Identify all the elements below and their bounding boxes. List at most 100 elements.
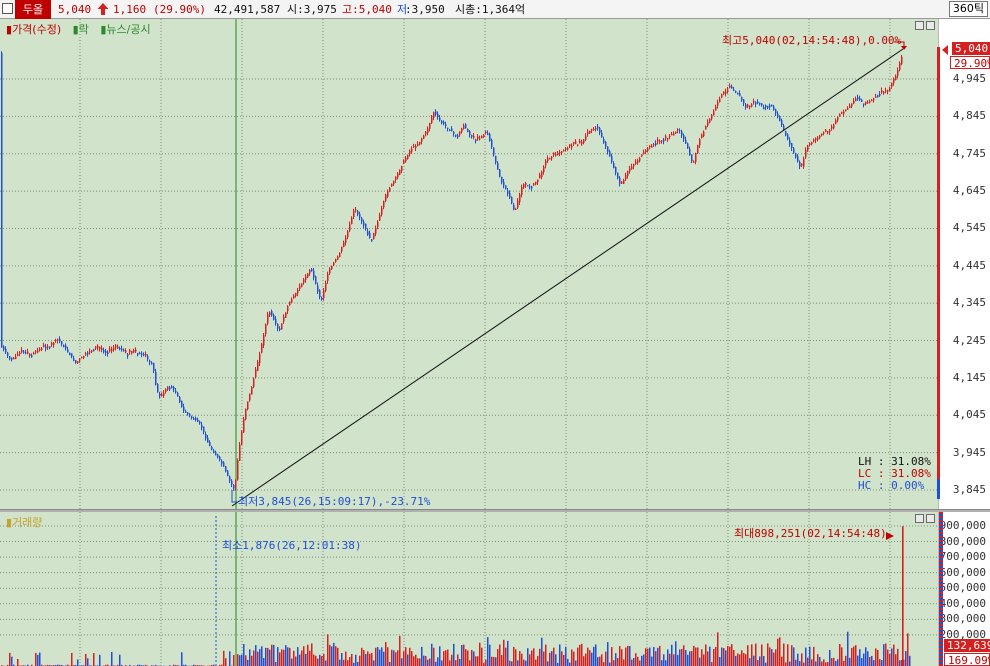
volume-legend[interactable]: ▮거래량	[6, 514, 46, 530]
volume-bar	[431, 643, 433, 666]
pane-close-button[interactable]	[926, 21, 935, 30]
legend-item-price[interactable]: ▮가격(수정)	[6, 23, 65, 36]
candle-body	[9, 356, 11, 359]
candle-body	[591, 129, 593, 131]
candle-body	[627, 171, 629, 176]
candle-body	[713, 111, 715, 116]
candle-body	[441, 120, 443, 124]
volume-bar	[463, 644, 465, 666]
candle-body	[391, 183, 393, 187]
candle-body	[605, 141, 607, 147]
legend-item-news[interactable]: ▮뉴스/공시	[100, 23, 154, 36]
stock-name[interactable]: 두올	[15, 0, 51, 19]
volume-bar	[549, 652, 551, 666]
min-price-label: 최저3,845(26,15:09:17),-23.71%	[238, 495, 431, 508]
candle-body	[63, 345, 65, 348]
high-price: 고:5,040	[342, 3, 392, 16]
candle-body	[31, 355, 33, 358]
volume-bar	[661, 660, 663, 666]
candle-body	[535, 181, 537, 185]
candle-body	[899, 63, 901, 70]
legend-item-ex-rights[interactable]: ▮락	[73, 23, 93, 36]
volume-bar	[239, 655, 241, 666]
candle-body	[61, 341, 63, 344]
candle-body	[463, 125, 465, 129]
volume-bar	[759, 656, 761, 666]
candle-body	[849, 105, 851, 108]
volume-bar	[225, 658, 227, 666]
candle-body	[515, 208, 517, 210]
max-volume-bar	[902, 526, 904, 666]
volume-bar	[505, 647, 507, 666]
volume-bar	[367, 651, 369, 666]
candle-body	[511, 197, 513, 204]
volume-bar	[243, 644, 245, 666]
tick-interval-selector[interactable]: 360틱	[948, 1, 988, 17]
candle-body	[85, 353, 87, 355]
volume-bar	[699, 657, 701, 666]
candle-body	[15, 356, 17, 359]
volume-axis[interactable]: 900,000 800,000 700,000 600,000 500,000 400,0…	[938, 512, 990, 666]
volume-bar	[683, 645, 685, 666]
candle-body	[141, 353, 143, 355]
volume-bar	[303, 646, 305, 666]
volume-bar	[811, 659, 813, 666]
candle-body	[601, 132, 603, 138]
candle-body	[17, 354, 19, 356]
candle-body	[37, 350, 39, 353]
volume-bar	[591, 652, 593, 666]
candle-body	[173, 386, 175, 390]
candle-body	[227, 470, 229, 476]
candle-body	[795, 153, 797, 158]
volume-bar	[383, 651, 385, 666]
volume-bar	[425, 655, 427, 666]
candle-body	[781, 120, 783, 126]
volume-bar	[619, 646, 621, 666]
candle-body	[755, 102, 757, 105]
volume-bar	[291, 658, 293, 666]
candle-body	[769, 105, 771, 108]
volume-bar	[831, 658, 833, 666]
candle-body	[671, 134, 673, 136]
volume-bar	[535, 659, 537, 666]
candle-body	[711, 114, 713, 119]
pane-close-button[interactable]	[926, 514, 935, 523]
candle-body	[237, 460, 239, 480]
candle-body	[625, 175, 627, 180]
candle-body	[803, 158, 805, 167]
candle-body	[67, 349, 69, 353]
candle-body	[473, 135, 475, 138]
candle-body	[703, 131, 705, 137]
candle-body	[291, 299, 293, 303]
volume-bar	[689, 651, 691, 666]
volume-bar	[665, 660, 667, 666]
pane-minimize-button[interactable]	[915, 21, 924, 30]
candle-body	[241, 431, 243, 445]
candle-body	[243, 419, 245, 433]
volume-bar	[261, 646, 263, 666]
price-chart-pane[interactable]: ▮가격(수정) ▮락 ▮뉴스/공시 최고5,040(02,14:54:48),0…	[0, 19, 938, 509]
candle-body	[667, 138, 669, 140]
volume-bar	[755, 643, 757, 666]
candle-body	[157, 384, 159, 393]
select-checkbox[interactable]	[2, 3, 13, 14]
candle-body	[87, 352, 89, 355]
volume-bar	[771, 649, 773, 666]
pane-minimize-button[interactable]	[915, 514, 924, 523]
volume-bar	[515, 649, 517, 666]
candle-body	[747, 104, 749, 107]
candle-body	[489, 134, 491, 141]
current-price: 5,040	[58, 3, 92, 16]
volume-chart-pane[interactable]: ▮거래량 최대898,251(02,14:54:48) 최소1,876(26,1…	[0, 512, 938, 666]
price-axis[interactable]: 4,945 4,845 4,745 4,645 4,545 4,445 4,345 4,245…	[937, 19, 990, 509]
candle-body	[119, 348, 121, 350]
candle-body	[579, 140, 581, 143]
candle-body	[93, 349, 95, 352]
candle-body	[357, 210, 359, 215]
candle-body	[125, 350, 127, 353]
candle-body	[639, 158, 641, 161]
candle-body	[75, 360, 77, 363]
volume-bar	[487, 637, 489, 666]
volume-bar	[347, 660, 349, 666]
candle-body	[311, 269, 313, 272]
